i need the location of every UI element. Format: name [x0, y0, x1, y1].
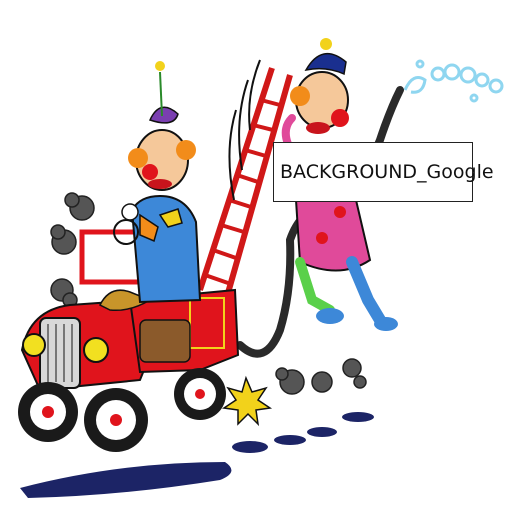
back-wheel	[174, 368, 226, 420]
spark	[221, 375, 273, 427]
rear-wheel	[84, 388, 148, 452]
water-spray	[403, 59, 504, 103]
cartoon-illustration	[0, 0, 512, 512]
background-label: BACKGROUND_Google	[273, 142, 494, 202]
background-label-text: BACKGROUND_Google	[280, 161, 494, 183]
driver-clown	[113, 61, 202, 304]
front-wheel	[18, 382, 78, 442]
clown-firetruck-drawing	[18, 38, 504, 498]
fire-truck	[20, 229, 240, 392]
